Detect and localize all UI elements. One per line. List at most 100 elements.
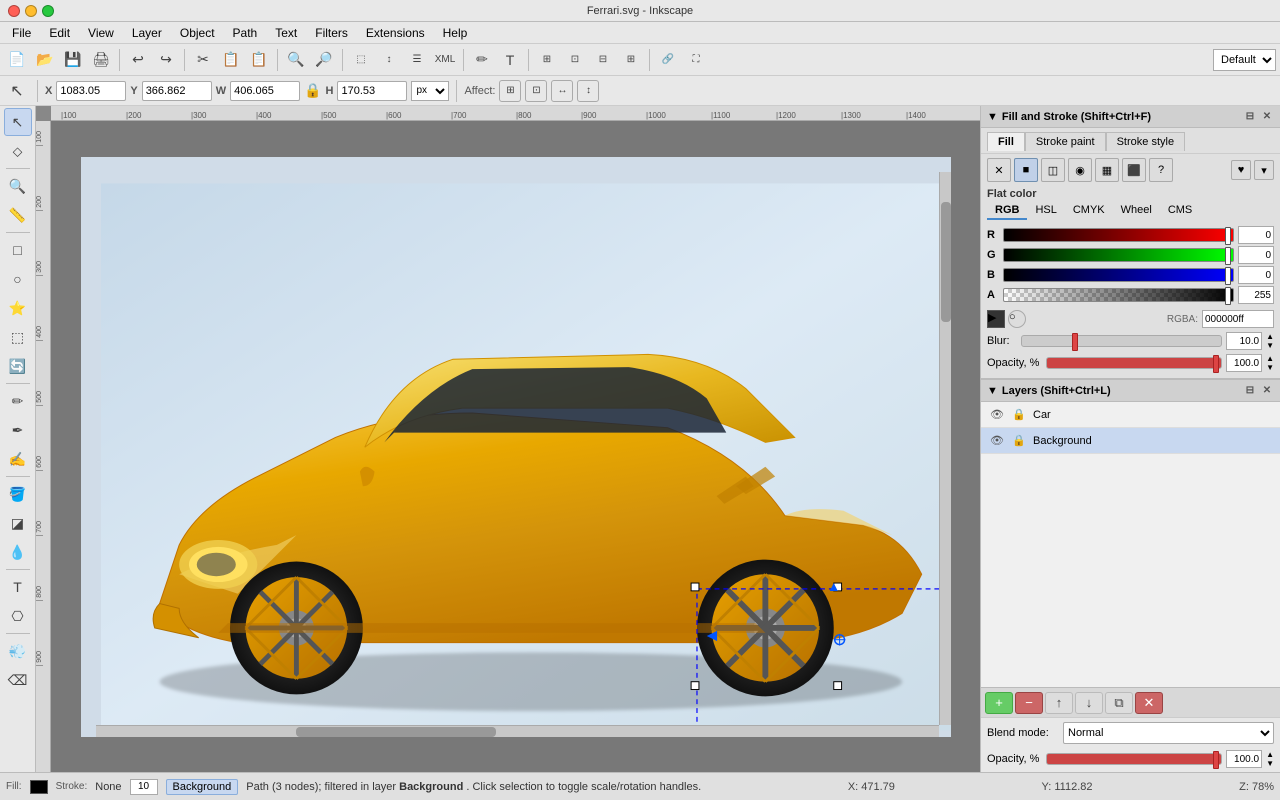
close-button[interactable] [8,5,20,17]
menu-layer[interactable]: Layer [124,24,170,42]
tab-stroke-style[interactable]: Stroke style [1106,132,1185,151]
panel-detach-btn[interactable]: ⊟ [1243,110,1257,124]
layer-car-visibility[interactable]: 👁 [989,407,1005,423]
canvas-background[interactable]: ◀ ▲ ▶ ▼ [51,121,980,772]
layer-dup-btn[interactable]: ⧉ [1105,692,1133,714]
opacity-spinners[interactable]: ▲ ▼ [1266,354,1274,372]
layer-opacity-input[interactable] [1226,750,1262,768]
connector-tool[interactable]: ⎔ [4,602,32,630]
fill-radial-btn[interactable]: ◉ [1068,158,1092,182]
r-input[interactable] [1238,226,1274,244]
pencil-btn[interactable]: ✏ [469,47,495,73]
node-btn[interactable]: ⬚ [348,47,374,73]
layers-detach-btn[interactable]: ⊟ [1243,384,1257,398]
calligraphy-tool[interactable]: ✍ [4,445,32,473]
measure-tool[interactable]: 📏 [4,201,32,229]
menu-help[interactable]: Help [435,24,476,42]
eyedropper-btn[interactable]: ○ [1008,310,1026,328]
view-mode-select[interactable]: Default [1213,49,1276,71]
layer-bg-visibility[interactable]: 👁 [989,433,1005,449]
current-layer-btn[interactable]: Background [166,779,239,795]
redo-btn[interactable]: ↪ [153,47,179,73]
maximize-button[interactable] [42,5,54,17]
fill-linear-btn[interactable]: ◫ [1041,158,1065,182]
3d-box-tool[interactable]: ⬚ [4,323,32,351]
horizontal-scrollbar[interactable] [96,725,939,737]
color-mode-rgb[interactable]: RGB [987,202,1027,220]
star-tool[interactable]: ⭐ [4,294,32,322]
menu-edit[interactable]: Edit [41,24,78,42]
menu-filters[interactable]: Filters [307,24,356,42]
text-tool-btn[interactable]: T [497,47,523,73]
fill-unknown-btn[interactable]: ? [1149,158,1173,182]
rgba-input[interactable] [1202,310,1274,328]
layer-car-lock[interactable]: 🔒 [1011,407,1027,423]
menu-path[interactable]: Path [225,24,266,42]
fill-stroke-header[interactable]: ▼ Fill and Stroke (Shift+Ctrl+F) ⊟ ✕ [981,106,1280,128]
zoom-in-btn[interactable]: 🔍 [283,47,309,73]
x-input[interactable] [56,81,126,101]
add-layer-btn[interactable]: + [985,692,1013,714]
remove-layer-btn[interactable]: − [1015,692,1043,714]
undo-btn[interactable]: ↩ [125,47,151,73]
save-btn[interactable]: 💾 [60,47,86,73]
a-slider[interactable] [1003,288,1234,302]
fill-swatch-btn[interactable]: ⬛ [1122,158,1146,182]
lock-aspect-icon[interactable]: 🔒 [304,82,321,99]
color-mode-cms[interactable]: CMS [1160,202,1200,220]
affect-btn3[interactable]: ↔ [551,80,573,102]
circle-tool[interactable]: ○ [4,265,32,293]
affect-btn2[interactable]: ⊡ [525,80,547,102]
hscroll-thumb[interactable] [296,727,496,737]
y-input[interactable] [142,81,212,101]
snap6-btn[interactable]: ⛶ [683,47,709,73]
spiral-tool[interactable]: 🔄 [4,352,32,380]
vertical-scrollbar[interactable] [939,172,951,725]
g-slider[interactable] [1003,248,1234,262]
opacity-input[interactable] [1226,354,1262,372]
fill-marker-btn[interactable]: ▾ [1254,160,1274,180]
layers-close-btn[interactable]: ✕ [1260,384,1274,398]
cut-btn[interactable]: ✂ [190,47,216,73]
blur-spinners[interactable]: ▲ ▼ [1266,332,1274,350]
snap5-btn[interactable]: 🔗 [655,47,681,73]
bezier-tool[interactable]: ✒ [4,416,32,444]
tab-fill[interactable]: Fill [987,132,1025,151]
layer-opacity-spinners[interactable]: ▲ ▼ [1266,750,1274,768]
affect-btn4[interactable]: ↕ [577,80,599,102]
layer-bg-lock[interactable]: 🔒 [1011,433,1027,449]
tab-stroke-paint[interactable]: Stroke paint [1025,132,1106,151]
layers-header[interactable]: ▼ Layers (Shift+Ctrl+L) ⊟ ✕ [981,380,1280,402]
color-mode-hsl[interactable]: HSL [1027,202,1064,220]
b-input[interactable] [1238,266,1274,284]
b-slider[interactable] [1003,268,1234,282]
dropper-tool[interactable]: 💧 [4,538,32,566]
new-btn[interactable]: 📄 [4,47,30,73]
a-input[interactable] [1238,286,1274,304]
snap2-btn[interactable]: ⊡ [562,47,588,73]
h-input[interactable] [337,81,407,101]
pencil-tool[interactable]: ✏ [4,387,32,415]
eraser-tool[interactable]: ⌫ [4,666,32,694]
color-mode-wheel[interactable]: Wheel [1113,202,1160,220]
fill-color-box[interactable] [30,780,48,794]
canvas-area[interactable]: |100 |200 |300 |400 |500 |600 |700 |800 … [36,106,980,772]
drawing-canvas[interactable]: ◀ ▲ ▶ ▼ [81,157,951,737]
panel-close-btn[interactable]: ✕ [1260,110,1274,124]
snap3-btn[interactable]: ⊟ [590,47,616,73]
play-btn[interactable]: ▶ [987,310,1005,328]
node-tool[interactable]: ⬦ [4,137,32,165]
fill-heart-btn[interactable]: ♥ [1231,160,1251,180]
layer-opacity-slider[interactable] [1046,753,1222,765]
blend-mode-select[interactable]: Normal Multiply Screen Overlay Darken Li… [1063,722,1274,744]
gradient-tool[interactable]: ◪ [4,509,32,537]
fill-pattern-btn[interactable]: ▦ [1095,158,1119,182]
opacity-slider[interactable] [1046,357,1222,369]
blur-slider[interactable] [1021,335,1222,347]
paste-btn[interactable]: 📋 [246,47,272,73]
minimize-button[interactable] [25,5,37,17]
open-btn[interactable]: 📂 [32,47,58,73]
zoom-out-btn[interactable]: 🔎 [311,47,337,73]
layer-car[interactable]: 👁 🔒 Car [981,402,1280,428]
align-btn[interactable]: ☰ [404,47,430,73]
